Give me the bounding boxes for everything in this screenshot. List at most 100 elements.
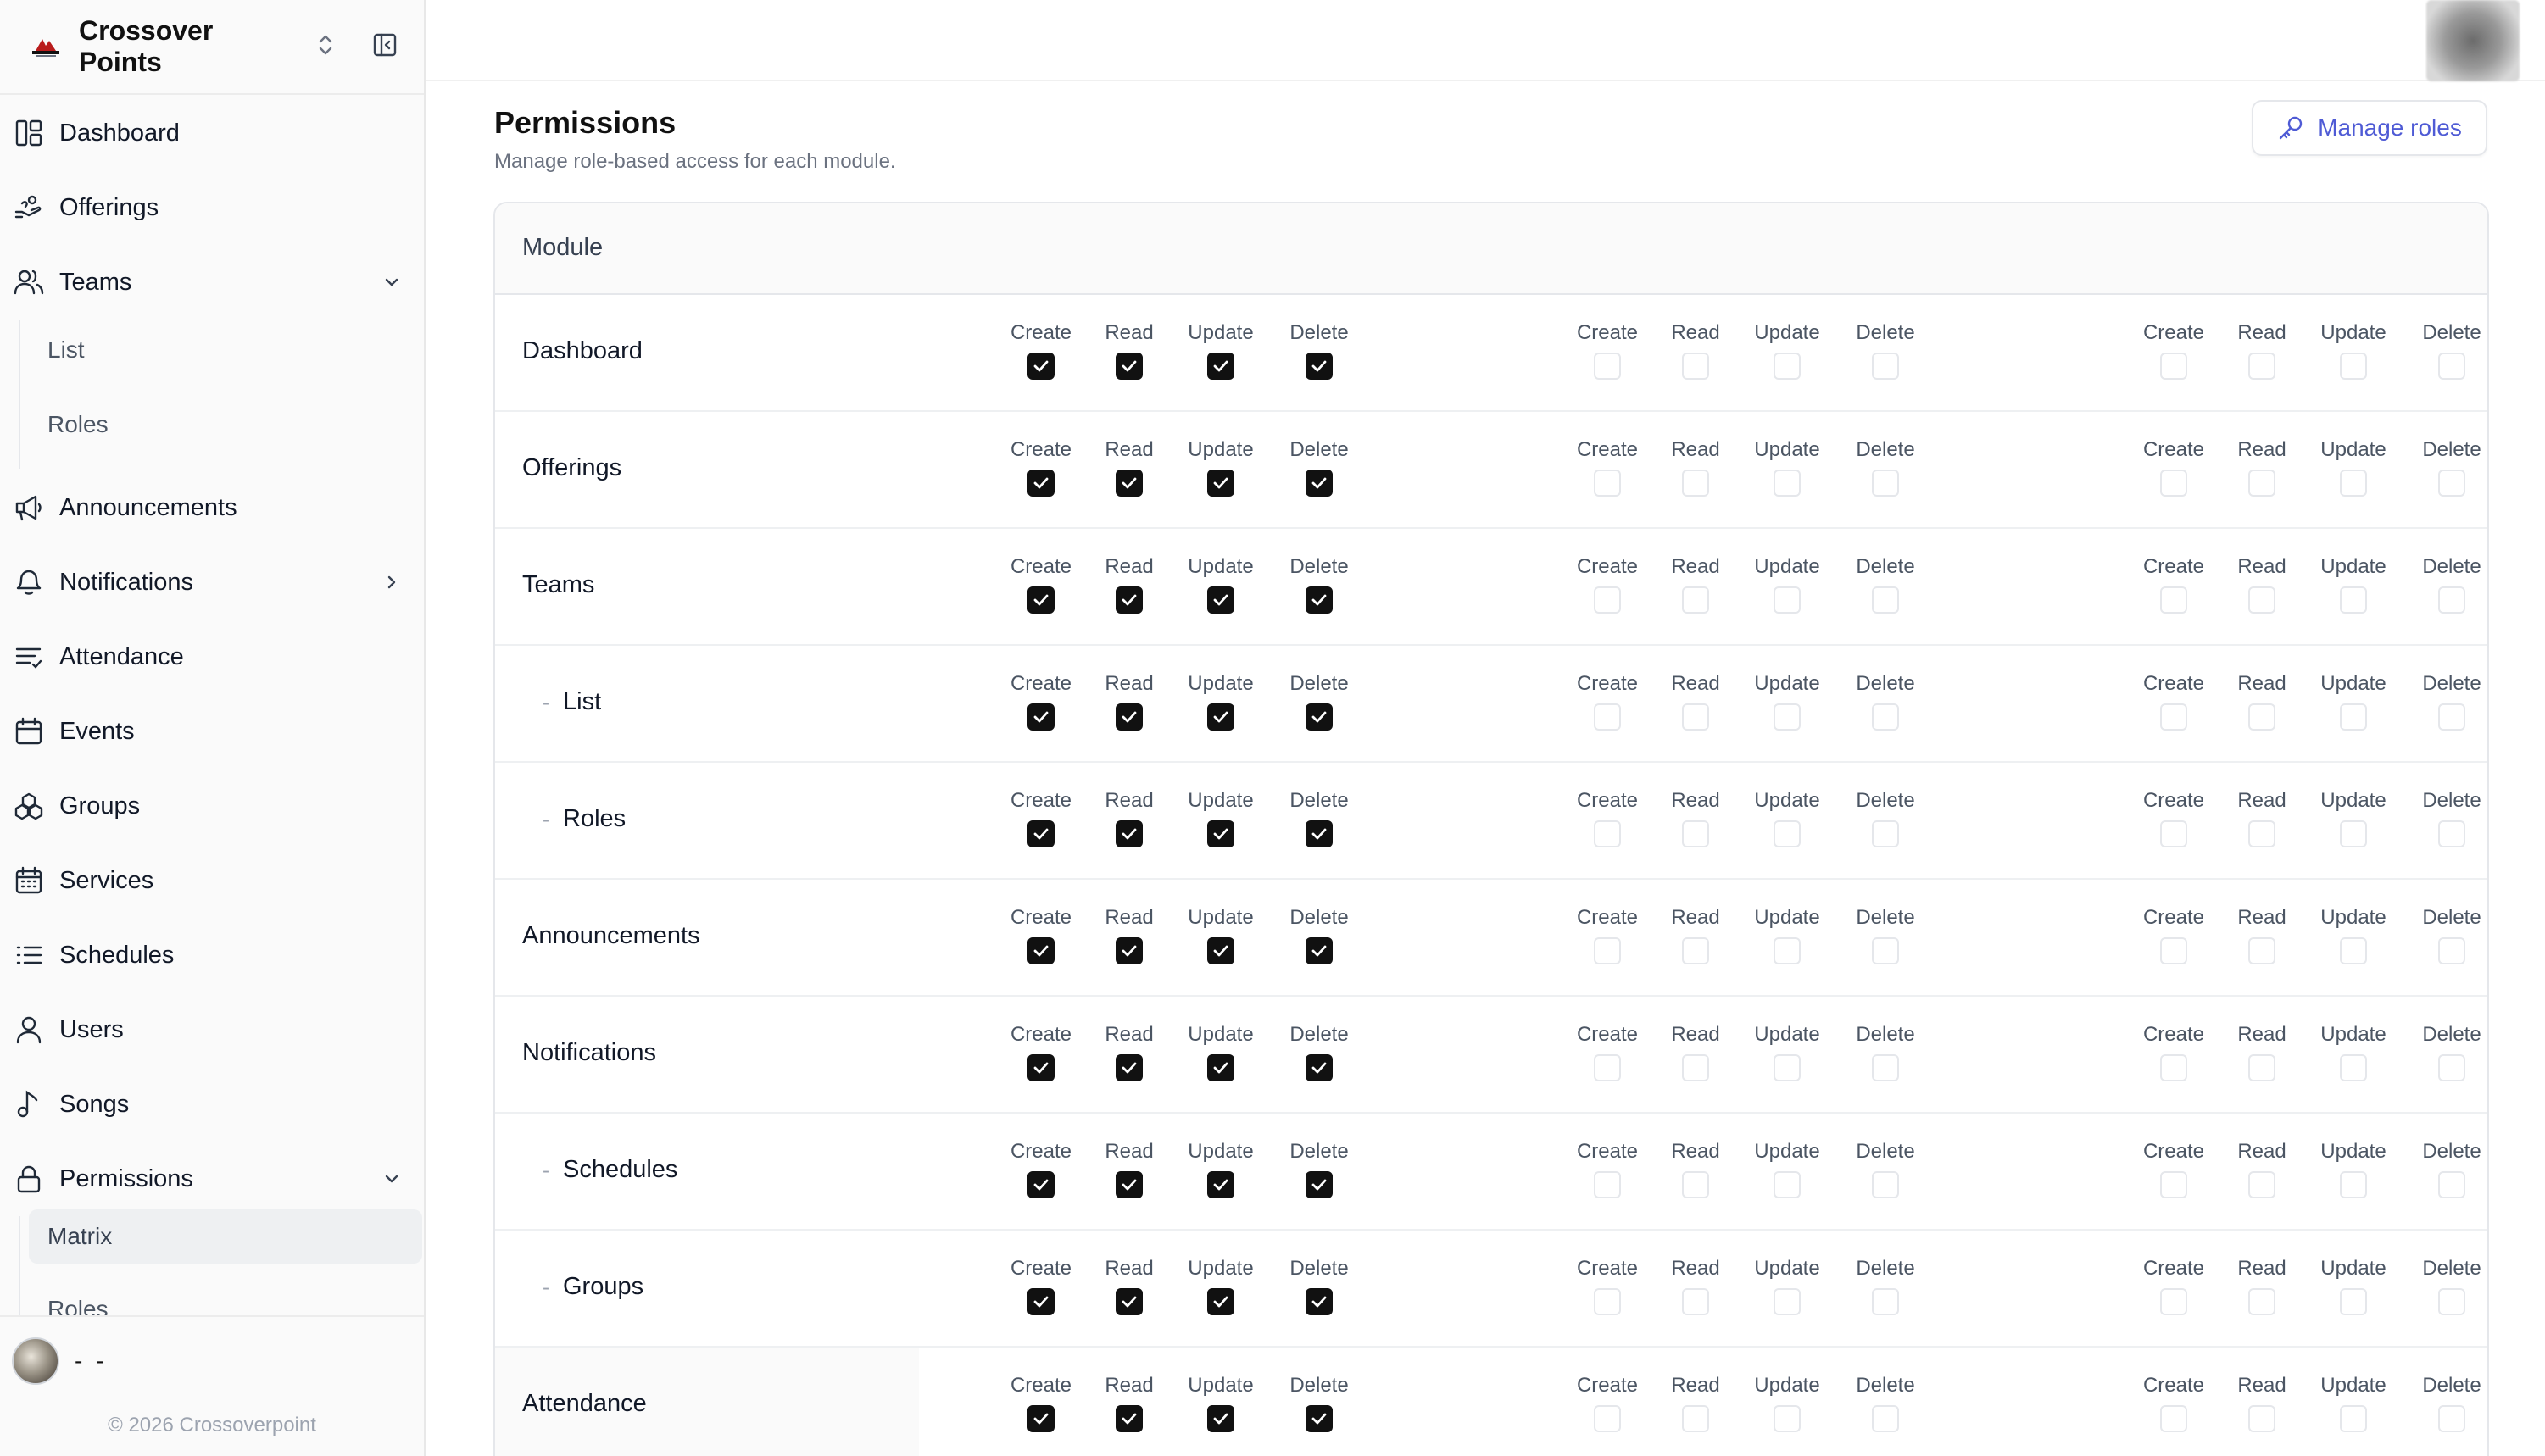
permission-checkbox-create[interactable] <box>2160 937 2187 964</box>
chevron-right-icon[interactable] <box>381 567 402 602</box>
permission-checkbox-read[interactable] <box>2248 937 2275 964</box>
permission-checkbox-create[interactable] <box>1027 1171 1055 1198</box>
sidebar-item-permissions[interactable]: Permissions <box>0 1142 424 1216</box>
profile-avatar[interactable] <box>2426 0 2520 81</box>
permission-checkbox-create[interactable] <box>1027 353 1055 380</box>
sidebar-subitem-teams-list[interactable]: List <box>29 323 422 377</box>
permission-checkbox-create[interactable] <box>1027 1288 1055 1315</box>
permission-checkbox-read[interactable] <box>2248 1171 2275 1198</box>
permission-checkbox-create[interactable] <box>1594 353 1621 380</box>
permission-checkbox-read[interactable] <box>1116 353 1143 380</box>
permission-checkbox-update[interactable] <box>1207 937 1234 964</box>
permission-checkbox-update[interactable] <box>2340 586 2367 614</box>
permission-checkbox-create[interactable] <box>1594 1171 1621 1198</box>
sidebar-item-announcements[interactable]: Announcements <box>0 470 424 545</box>
sidebar-item-songs[interactable]: Songs <box>0 1067 424 1142</box>
permission-checkbox-create[interactable] <box>1027 703 1055 731</box>
permission-checkbox-update[interactable] <box>1207 1054 1234 1081</box>
permission-checkbox-create[interactable] <box>1027 820 1055 847</box>
permission-checkbox-create[interactable] <box>1594 470 1621 497</box>
permission-checkbox-create[interactable] <box>1594 586 1621 614</box>
permission-checkbox-read[interactable] <box>1116 703 1143 731</box>
permission-checkbox-update[interactable] <box>1774 703 1801 731</box>
brand-name[interactable]: Crossover Points <box>79 15 298 78</box>
manage-roles-button[interactable]: Manage roles <box>2252 100 2487 156</box>
permission-checkbox-create[interactable] <box>1027 1054 1055 1081</box>
permission-checkbox-create[interactable] <box>2160 703 2187 731</box>
sidebar-subitem-permissions-roles[interactable]: Roles <box>29 1282 422 1316</box>
permission-checkbox-delete[interactable] <box>1872 703 1899 731</box>
permission-checkbox-delete[interactable] <box>2438 1288 2465 1315</box>
permission-checkbox-create[interactable] <box>1594 1405 1621 1432</box>
permission-checkbox-read[interactable] <box>2248 353 2275 380</box>
brand-logo-icon[interactable] <box>27 28 64 65</box>
permission-checkbox-update[interactable] <box>2340 703 2367 731</box>
permission-checkbox-delete[interactable] <box>2438 1171 2465 1198</box>
permission-checkbox-read[interactable] <box>1116 1171 1143 1198</box>
avatar[interactable] <box>12 1337 59 1385</box>
permission-checkbox-read[interactable] <box>2248 820 2275 847</box>
permission-checkbox-update[interactable] <box>2340 937 2367 964</box>
permission-checkbox-create[interactable] <box>1027 586 1055 614</box>
permission-checkbox-read[interactable] <box>1116 1405 1143 1432</box>
permission-checkbox-update[interactable] <box>1774 470 1801 497</box>
permission-checkbox-read[interactable] <box>2248 1288 2275 1315</box>
permission-checkbox-update[interactable] <box>1207 703 1234 731</box>
permission-checkbox-delete[interactable] <box>1872 1288 1899 1315</box>
permission-checkbox-delete[interactable] <box>1872 353 1899 380</box>
permission-checkbox-read[interactable] <box>2248 586 2275 614</box>
chevron-down-icon[interactable] <box>381 1164 402 1198</box>
user-menu[interactable]: - - <box>12 1337 107 1385</box>
permission-checkbox-update[interactable] <box>2340 1171 2367 1198</box>
permission-checkbox-update[interactable] <box>1774 1405 1801 1432</box>
permission-checkbox-read[interactable] <box>1116 1054 1143 1081</box>
permission-checkbox-read[interactable] <box>1682 937 1709 964</box>
permission-checkbox-update[interactable] <box>1207 586 1234 614</box>
permission-checkbox-read[interactable] <box>2248 470 2275 497</box>
permission-checkbox-update[interactable] <box>1774 820 1801 847</box>
permission-checkbox-update[interactable] <box>1207 1171 1234 1198</box>
chevron-down-icon[interactable] <box>381 267 402 302</box>
permission-checkbox-read[interactable] <box>1682 820 1709 847</box>
permission-checkbox-delete[interactable] <box>2438 820 2465 847</box>
permission-checkbox-read[interactable] <box>1116 470 1143 497</box>
sidebar-item-dashboard[interactable]: Dashboard <box>0 96 424 170</box>
permission-checkbox-delete[interactable] <box>2438 586 2465 614</box>
permission-checkbox-delete[interactable] <box>1306 1288 1333 1315</box>
permission-checkbox-read[interactable] <box>1682 1171 1709 1198</box>
permission-checkbox-create[interactable] <box>2160 353 2187 380</box>
permission-checkbox-delete[interactable] <box>2438 353 2465 380</box>
sidebar-item-groups[interactable]: Groups <box>0 769 424 843</box>
permission-checkbox-delete[interactable] <box>1306 586 1333 614</box>
permission-checkbox-read[interactable] <box>2248 703 2275 731</box>
permission-checkbox-update[interactable] <box>1207 1288 1234 1315</box>
permission-checkbox-read[interactable] <box>1682 703 1709 731</box>
chevron-up-down-icon[interactable] <box>315 31 336 63</box>
permission-checkbox-read[interactable] <box>1682 586 1709 614</box>
sidebar-item-notifications[interactable]: Notifications <box>0 545 424 620</box>
permission-checkbox-delete[interactable] <box>1872 937 1899 964</box>
permission-checkbox-read[interactable] <box>1116 820 1143 847</box>
permission-checkbox-read[interactable] <box>2248 1405 2275 1432</box>
permission-checkbox-create[interactable] <box>2160 1405 2187 1432</box>
sidebar-collapse-icon[interactable] <box>371 31 398 63</box>
permission-checkbox-create[interactable] <box>2160 1288 2187 1315</box>
sidebar-item-attendance[interactable]: Attendance <box>0 620 424 694</box>
permission-checkbox-update[interactable] <box>2340 1054 2367 1081</box>
permission-checkbox-delete[interactable] <box>1306 703 1333 731</box>
permission-checkbox-create[interactable] <box>1594 703 1621 731</box>
permission-checkbox-update[interactable] <box>1774 1288 1801 1315</box>
permission-checkbox-read[interactable] <box>1116 1288 1143 1315</box>
permission-checkbox-read[interactable] <box>1682 1405 1709 1432</box>
permission-checkbox-create[interactable] <box>1027 470 1055 497</box>
permission-checkbox-read[interactable] <box>1116 586 1143 614</box>
permission-checkbox-update[interactable] <box>1207 1405 1234 1432</box>
permission-checkbox-delete[interactable] <box>1306 937 1333 964</box>
sidebar-item-events[interactable]: Events <box>0 694 424 769</box>
permission-checkbox-update[interactable] <box>2340 820 2367 847</box>
permission-checkbox-create[interactable] <box>2160 820 2187 847</box>
sidebar-subitem-permissions-matrix[interactable]: Matrix <box>29 1209 422 1264</box>
permission-checkbox-update[interactable] <box>1207 820 1234 847</box>
permission-checkbox-create[interactable] <box>2160 470 2187 497</box>
permission-checkbox-read[interactable] <box>1682 353 1709 380</box>
